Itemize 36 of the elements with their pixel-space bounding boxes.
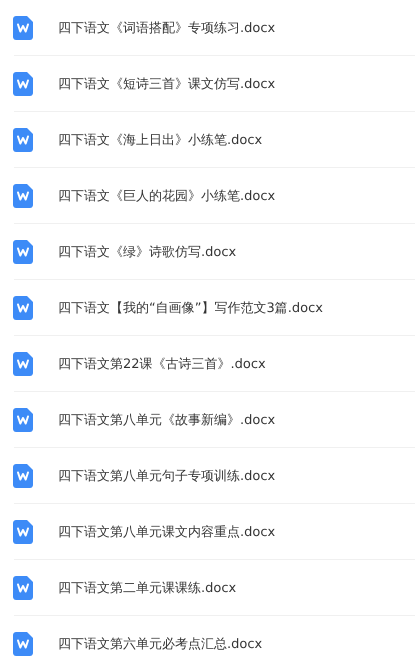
word-document-icon [13,576,33,600]
file-item[interactable]: 四下语文【我的“自画像”】写作范文3篇.docx [14,280,415,336]
word-document-icon [13,632,33,656]
file-item[interactable]: 四下语文《巨人的花园》小练笔.docx [14,168,415,224]
file-name: 四下语文《词语搭配》专项练习.docx [58,20,276,36]
word-document-icon [13,352,33,376]
file-name: 四下语文第22课《古诗三首》.docx [58,356,266,372]
word-document-icon [13,184,33,208]
word-document-icon [13,296,33,320]
file-name: 四下语文第六单元必考点汇总.docx [58,636,262,652]
word-document-icon [13,464,33,488]
file-item[interactable]: 四下语文第二单元课课练.docx [14,560,415,616]
file-name: 四下语文【我的“自画像”】写作范文3篇.docx [58,300,323,316]
file-item[interactable]: 四下语文第八单元课文内容重点.docx [14,504,415,560]
word-document-icon [13,408,33,432]
file-item[interactable]: 四下语文第22课《古诗三首》.docx [14,336,415,392]
file-item[interactable]: 四下语文第六单元必考点汇总.docx [14,616,415,660]
word-document-icon [13,240,33,264]
file-item[interactable]: 四下语文《绿》诗歌仿写.docx [14,224,415,280]
word-document-icon [13,72,33,96]
file-name: 四下语文第八单元《故事新编》.docx [58,412,276,428]
file-name: 四下语文《绿》诗歌仿写.docx [58,244,236,260]
file-name: 四下语文第八单元句子专项训练.docx [58,468,276,484]
file-item[interactable]: 四下语文第八单元《故事新编》.docx [14,392,415,448]
file-item[interactable]: 四下语文《词语搭配》专项练习.docx [14,0,415,56]
file-name: 四下语文《巨人的花园》小练笔.docx [58,188,276,204]
file-item[interactable]: 四下语文《海上日出》小练笔.docx [14,112,415,168]
file-item[interactable]: 四下语文《短诗三首》课文仿写.docx [14,56,415,112]
file-name: 四下语文《海上日出》小练笔.docx [58,132,262,148]
file-name: 四下语文第二单元课课练.docx [58,580,236,596]
file-name: 四下语文第八单元课文内容重点.docx [58,524,276,540]
word-document-icon [13,520,33,544]
word-document-icon [13,128,33,152]
file-name: 四下语文《短诗三首》课文仿写.docx [58,76,276,92]
file-item[interactable]: 四下语文第八单元句子专项训练.docx [14,448,415,504]
word-document-icon [13,16,33,40]
